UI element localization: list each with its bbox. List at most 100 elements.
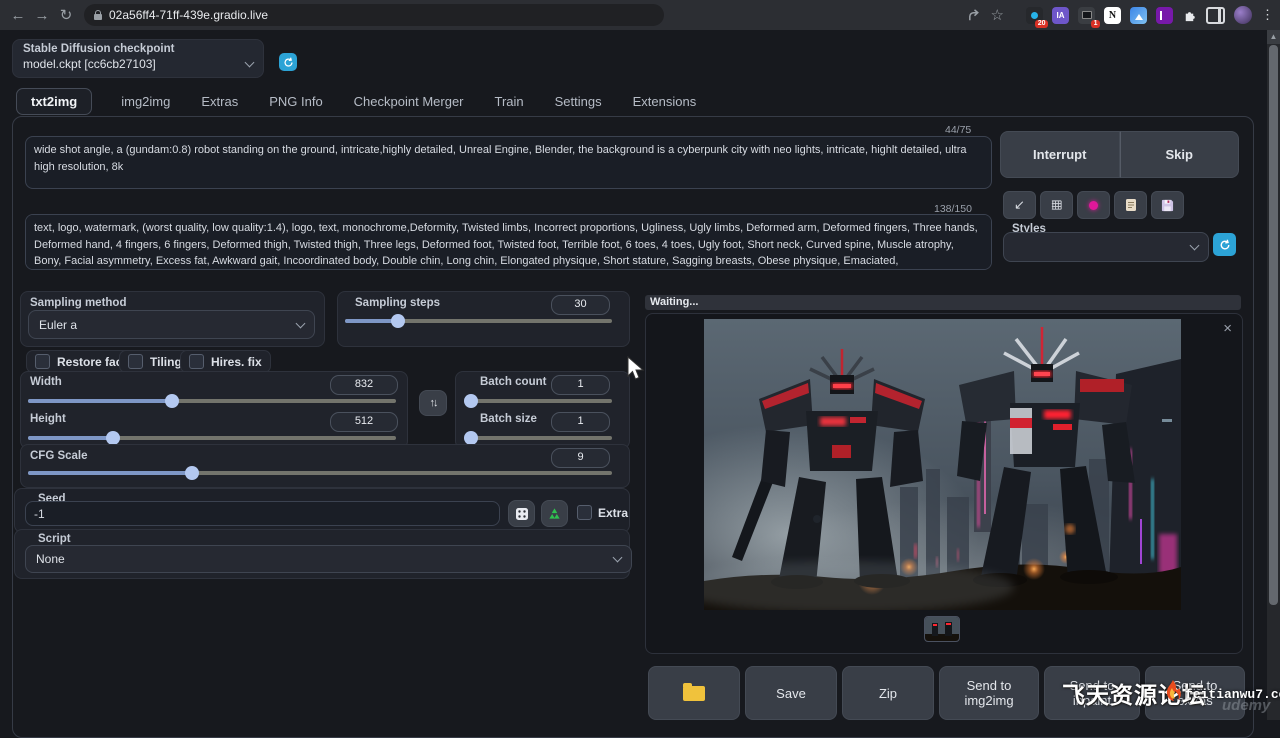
generated-image[interactable] (704, 319, 1181, 610)
sampling-method-dropdown[interactable]: Euler a (28, 310, 315, 339)
sampling-steps-label: Sampling steps (355, 297, 440, 309)
tab-extras[interactable]: Extras (199, 89, 240, 114)
save-button[interactable]: Save (745, 666, 837, 720)
reload-icon[interactable]: ↻ (54, 6, 78, 24)
address-bar[interactable]: 02a56ff4-71ff-439e.gradio.live (84, 4, 664, 26)
batch-size-value[interactable]: 1 (551, 412, 610, 432)
zip-label: Zip (879, 686, 897, 701)
checkpoint-dropdown[interactable]: model.ckpt [cc6cb27103] (23, 57, 253, 71)
prompt-input[interactable]: wide shot angle, a (gundam:0.8) robot st… (25, 136, 992, 189)
profile-avatar[interactable] (1234, 6, 1252, 24)
width-label: Width (30, 376, 62, 388)
zip-button[interactable]: Zip (842, 666, 934, 720)
gallery-panel: × (645, 313, 1243, 654)
styles-dropdown[interactable] (1003, 232, 1209, 262)
skip-label: Skip (1166, 147, 1193, 162)
gallery-thumbnail[interactable] (925, 617, 959, 641)
restore-faces-checkbox[interactable] (35, 354, 50, 369)
tab-settings[interactable]: Settings (553, 89, 604, 114)
tab-img2img[interactable]: img2img (119, 89, 172, 114)
generate-button-group: Interrupt Skip (1000, 131, 1239, 178)
close-icon[interactable]: × (1223, 324, 1232, 334)
sidebar-toggle-icon[interactable] (1206, 7, 1225, 24)
width-value[interactable]: 832 (330, 375, 398, 395)
folder-icon (683, 686, 705, 701)
browser-toolbar: ← → ↻ 02a56ff4-71ff-439e.gradio.live ☆ 2… (0, 0, 1280, 30)
tab-png-info[interactable]: PNG Info (267, 89, 324, 114)
menu-dots-icon[interactable]: ⋮ (1261, 7, 1274, 23)
extra-networks-icon (1089, 201, 1098, 210)
tiling-checkbox[interactable] (128, 354, 143, 369)
extension-capture-icon[interactable]: 1 (1078, 7, 1095, 24)
send-to-img2img-label: Send to img2img (954, 678, 1024, 708)
batch-count-slider[interactable] (468, 394, 612, 408)
apply-style-button[interactable] (1114, 191, 1147, 219)
checkpoint-label: Stable Diffusion checkpoint (23, 43, 174, 55)
seed-extra-label: Extra (598, 506, 628, 520)
tab-txt2img[interactable]: txt2img (16, 88, 92, 115)
floppy-disk-icon (1161, 199, 1174, 212)
hires-fix-checkbox[interactable] (189, 354, 204, 369)
page-scrollbar[interactable]: ▲ (1267, 30, 1280, 720)
height-slider[interactable] (28, 431, 396, 445)
trash-grid-icon (1050, 199, 1063, 212)
extension-reader-icon[interactable]: 20 (1026, 7, 1043, 24)
height-value[interactable]: 512 (330, 412, 398, 432)
swap-arrows-icon: ↑↓ (430, 397, 437, 409)
extension-badge: 20 (1035, 20, 1048, 28)
interrupt-button[interactable]: Interrupt (1000, 131, 1120, 178)
checkpoint-refresh-button[interactable] (279, 53, 297, 71)
scrollbar-up-arrow[interactable]: ▲ (1267, 30, 1280, 44)
sampling-steps-slider[interactable] (345, 314, 612, 328)
tab-extensions[interactable]: Extensions (631, 89, 699, 114)
recycle-icon (547, 507, 562, 521)
script-dropdown[interactable]: None (25, 545, 632, 573)
open-folder-button[interactable] (648, 666, 740, 720)
watermark-brand-text: udemy (1222, 697, 1270, 714)
batch-count-value[interactable]: 1 (551, 375, 610, 395)
scrollbar-thumb[interactable] (1269, 45, 1278, 605)
reuse-seed-button[interactable] (541, 500, 568, 527)
script-value: None (36, 552, 65, 566)
negative-prompt-input[interactable]: text, logo, watermark, (worst quality, l… (25, 214, 992, 270)
bookmark-star-icon[interactable]: ☆ (991, 6, 1004, 24)
send-to-img2img-button[interactable]: Send to img2img (939, 666, 1039, 720)
checkpoint-block: Stable Diffusion checkpoint model.ckpt [… (12, 39, 264, 78)
batch-size-slider[interactable] (468, 431, 612, 445)
chevron-down-icon (296, 318, 306, 328)
chevron-down-icon (613, 553, 623, 563)
cfg-label: CFG Scale (30, 450, 88, 462)
swap-dimensions-button[interactable]: ↑↓ (419, 390, 447, 416)
tab-train[interactable]: Train (493, 89, 526, 114)
hires-fix-checkbox-row[interactable]: Hires. fix (180, 350, 271, 373)
chevron-down-icon (245, 58, 255, 68)
forward-icon[interactable]: → (30, 7, 54, 24)
tab-checkpoint-merger[interactable]: Checkpoint Merger (352, 89, 466, 114)
sampling-method-value: Euler a (39, 318, 77, 332)
seed-extra-checkbox[interactable] (577, 505, 592, 520)
hires-fix-label: Hires. fix (211, 355, 262, 369)
cfg-slider[interactable] (28, 466, 612, 480)
skip-button[interactable]: Skip (1120, 131, 1240, 178)
extension-ia-icon[interactable]: IA (1052, 7, 1069, 24)
extra-networks-button[interactable] (1077, 191, 1110, 219)
chevron-down-icon (1190, 241, 1200, 251)
seed-input[interactable]: -1 (25, 501, 500, 526)
styles-refresh-button[interactable] (1213, 233, 1236, 256)
extensions-puzzle-icon[interactable] (1182, 8, 1197, 23)
extension-image-icon[interactable] (1130, 7, 1147, 24)
checkpoint-value: model.ckpt [cc6cb27103] (23, 57, 156, 71)
mouse-cursor (626, 356, 648, 382)
cfg-value[interactable]: 9 (551, 448, 610, 468)
save-style-button[interactable] (1151, 191, 1184, 219)
extension-notion-icon[interactable]: N (1104, 7, 1121, 24)
sampling-steps-value[interactable]: 30 (551, 295, 610, 315)
random-seed-button[interactable] (508, 500, 535, 527)
extension-onenote-icon[interactable] (1156, 7, 1173, 24)
paste-params-button[interactable]: ↙ (1003, 191, 1036, 219)
clear-prompt-button[interactable] (1040, 191, 1073, 219)
seed-extra-row[interactable]: Extra (577, 505, 628, 520)
back-icon[interactable]: ← (6, 7, 30, 24)
width-slider[interactable] (28, 394, 396, 408)
share-icon[interactable] (967, 8, 982, 23)
